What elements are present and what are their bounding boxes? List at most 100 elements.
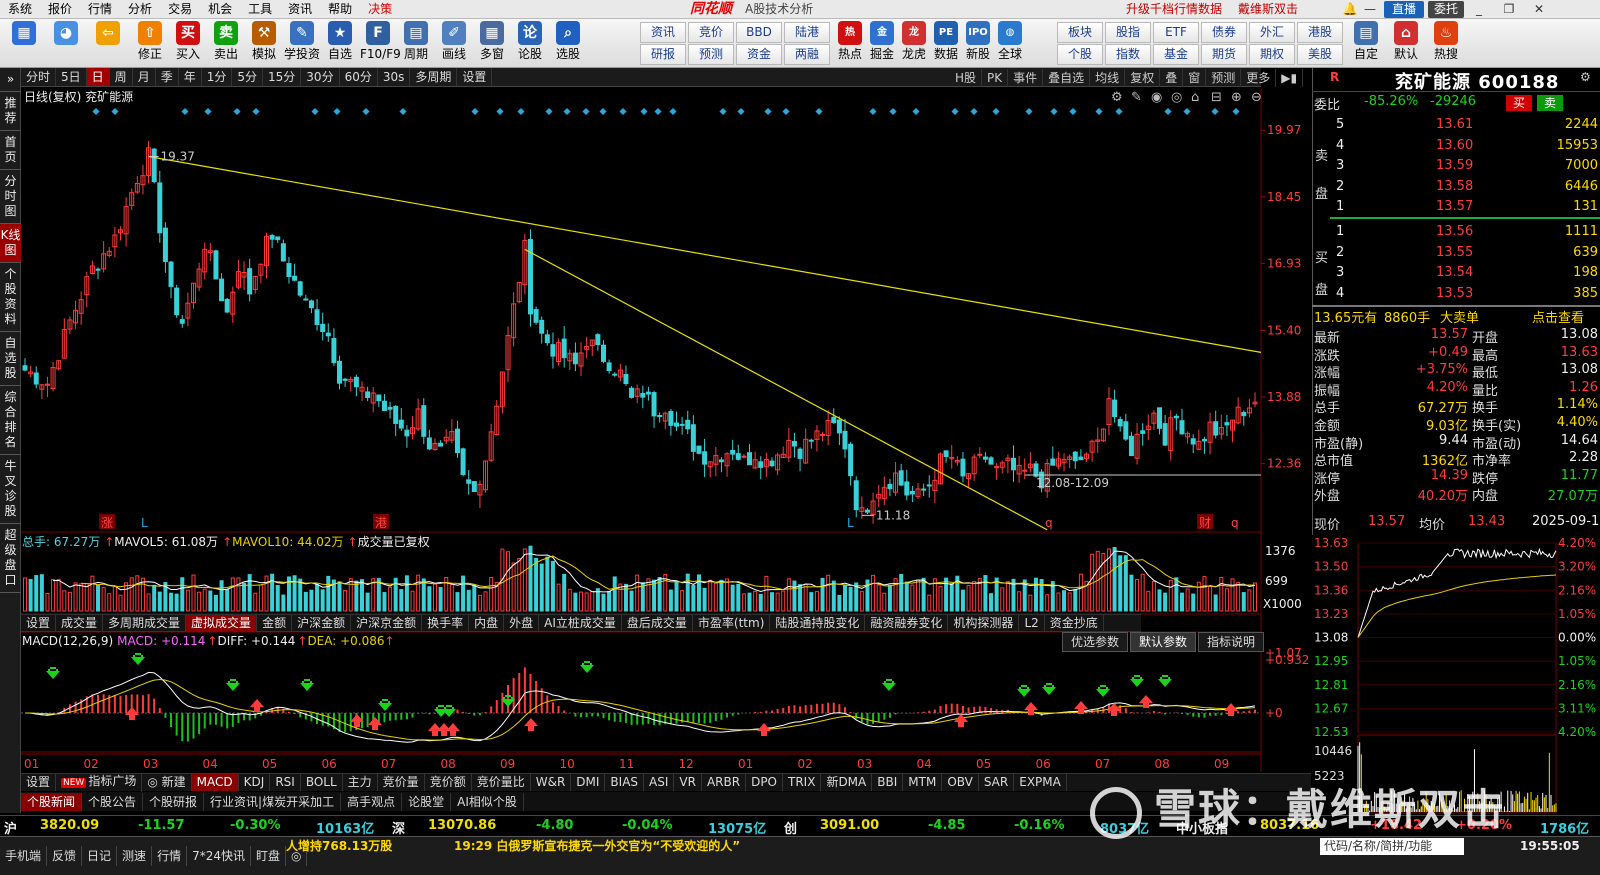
window-restore-icon[interactable]: ❐ — [1494, 0, 1524, 19]
bottom-tab-指标广场[interactable]: NEW 指标广场 — [56, 773, 143, 792]
indicator-tab-金额[interactable]: 金额 — [257, 614, 293, 632]
left-tab-推荐[interactable]: 推荐 — [0, 92, 21, 131]
news-tab-高手观点[interactable]: 高手观点 — [341, 792, 403, 811]
tool-复权[interactable]: 复权 — [1125, 68, 1161, 87]
event-tag[interactable]: q — [1231, 516, 1239, 530]
big-order-link[interactable]: 点击查看 — [1532, 307, 1584, 326]
bottom-tab-竞价额[interactable]: 竞价额 — [425, 774, 472, 791]
f10-tool-button[interactable]: F F10/F9 — [360, 21, 401, 66]
status-手机端[interactable]: 手机端 — [0, 846, 48, 866]
left-tab-自选股[interactable]: 自选股 — [0, 332, 21, 386]
settings-icon[interactable]: ⚙ — [1580, 70, 1591, 84]
home-tool-button[interactable]: ⌂ 默认 — [1388, 21, 1424, 66]
quick-指数[interactable]: 指数 — [1105, 44, 1151, 65]
quick-etf[interactable]: ETF — [1153, 22, 1199, 43]
tool-窗[interactable]: 窗 — [1183, 68, 1207, 87]
intraday-mini-chart[interactable]: 13.63 4.20% 13.50 3.20% 13.36 2.16% 13.23 1.05%… — [1312, 535, 1600, 815]
gold-tool-button[interactable]: 金掘金 — [864, 21, 900, 66]
macd-btn-指标说明[interactable]: 指标说明 — [1198, 632, 1265, 652]
event-tag[interactable]: 财 — [1199, 516, 1211, 530]
news-scroll-2[interactable]: 19:29 白俄罗斯宣布捷克一外交官为“不受欢迎的人” — [454, 836, 740, 856]
home-icon[interactable]: ⌂ — [1191, 90, 1199, 105]
promo-link-upgrade[interactable]: 升级千档行情数据 — [1126, 0, 1222, 19]
quick-股指[interactable]: 股指 — [1105, 22, 1151, 43]
quick-美股[interactable]: 美股 — [1297, 44, 1343, 65]
event-tag[interactable]: q — [1045, 516, 1053, 530]
zoom-in-icon[interactable]: ⊕ — [1231, 90, 1242, 105]
expand-icon[interactable]: ▶▮ — [1276, 68, 1304, 87]
target-icon[interactable]: ◎ — [1171, 90, 1182, 105]
news-tab-行业资讯-煤炭开采加工[interactable]: 行业资讯|煤炭开采加工 — [204, 792, 342, 811]
quick-陆港[interactable]: 陆港 — [784, 22, 830, 43]
status-日记[interactable]: 日记 — [82, 846, 118, 866]
dragon-tool-button[interactable]: 龙龙虎 — [896, 21, 932, 66]
news-tab-论股堂[interactable]: 论股堂 — [402, 792, 452, 811]
lock-icon[interactable]: ⊟ — [1211, 90, 1222, 105]
tool-事件[interactable]: 事件 — [1008, 68, 1044, 87]
left-tab-k线图[interactable]: K线图 — [0, 224, 21, 263]
bottom-tab-trix[interactable]: TRIX — [783, 774, 822, 791]
quick-预测[interactable]: 预测 — [688, 44, 734, 65]
indicator-tab-沪深金额[interactable]: 沪深金额 — [292, 614, 352, 632]
period-年[interactable]: 年 — [179, 68, 202, 86]
bottom-tab-vr[interactable]: VR — [674, 774, 702, 791]
bottom-tab-boll[interactable]: BOLL — [301, 774, 343, 791]
promo-link-davis[interactable]: 戴维斯双击 — [1238, 0, 1298, 19]
status-盯盘[interactable]: 盯盘 — [251, 846, 286, 866]
bottom-tab-设置[interactable]: 设置 — [21, 774, 57, 791]
bottom-tab-dpo[interactable]: DPO — [746, 774, 783, 791]
tool-叠[interactable]: 叠 — [1160, 68, 1184, 87]
macd-btn-默认参数[interactable]: 默认参数 — [1130, 632, 1197, 652]
kline-chart[interactable]: 19.97 18.45 16.93 15.40 13.88 12.36 ⚙ ✎ ◉ ◎ ⌂ ⊟ ⊕ ⊖ 19… — [21, 87, 1311, 772]
left-tab-超级盘口[interactable]: 超级盘口 — [0, 524, 21, 593]
period-5分[interactable]: 5分 — [232, 68, 264, 86]
quick-债券[interactable]: 债券 — [1201, 22, 1247, 43]
period-周[interactable]: 周 — [110, 68, 133, 86]
globe-tool-button[interactable]: ◍ 全球 — [992, 21, 1028, 66]
indicator-tab-成交量[interactable]: 成交量 — [56, 614, 104, 632]
bottom-tab-obv[interactable]: OBV — [942, 774, 979, 791]
bottom-tab-expma[interactable]: EXPMA — [1014, 774, 1067, 791]
status-行情[interactable]: 行情 — [152, 846, 188, 866]
quick-期权[interactable]: 期权 — [1249, 44, 1295, 65]
period-分时[interactable]: 分时 — [21, 68, 57, 86]
bottom-tab-asi[interactable]: ASI — [644, 774, 675, 791]
bottom-tab-sar[interactable]: SAR — [979, 774, 1015, 791]
menu-资讯[interactable]: 资讯 — [280, 0, 320, 18]
event-tag[interactable]: L — [847, 516, 854, 530]
tool-更多[interactable]: 更多 — [1241, 68, 1277, 87]
period-30s[interactable]: 30s — [378, 68, 411, 86]
quick-基金[interactable]: 基金 — [1153, 44, 1199, 65]
tool-叠自选[interactable]: 叠自选 — [1043, 68, 1091, 87]
minimize-icon[interactable]: — — [1360, 0, 1380, 19]
indicator-tab-多周期成交量[interactable]: 多周期成交量 — [103, 614, 187, 632]
left-tab-首页[interactable]: 首页 — [0, 131, 21, 170]
star-tool-button[interactable]: ★ 自选 — [322, 21, 358, 66]
menu-决策[interactable]: 决策 — [360, 0, 400, 18]
period-1分[interactable]: 1分 — [202, 68, 233, 86]
eye-icon[interactable]: ◉ — [1151, 90, 1162, 105]
news-tab-个股新闻[interactable]: 个股新闻 — [21, 792, 83, 811]
period-日[interactable]: 日 — [86, 68, 110, 86]
indicator-tab-融资融券变化[interactable]: 融资融券变化 — [865, 614, 949, 632]
quick-资金[interactable]: 资金 — [736, 44, 782, 65]
macd-btn-优选参数[interactable]: 优选参数 — [1062, 632, 1129, 652]
period-5日[interactable]: 5日 — [56, 68, 87, 86]
live-button[interactable]: 直播 — [1384, 1, 1425, 18]
quick-个股[interactable]: 个股 — [1057, 44, 1103, 65]
period-多周期[interactable]: 多周期 — [410, 68, 458, 86]
quick-外汇[interactable]: 外汇 — [1249, 22, 1295, 43]
quick-港股[interactable]: 港股 — [1297, 22, 1343, 43]
period-季[interactable]: 季 — [156, 68, 179, 86]
indicator-tab-机构探测器[interactable]: 机构探测器 — [948, 614, 1020, 632]
tool-pk[interactable]: PK — [982, 68, 1009, 87]
back-tool-button[interactable]: ⇦ — [90, 21, 126, 66]
sell-button[interactable]: 卖 — [1537, 95, 1563, 111]
event-tag[interactable]: 港 — [375, 516, 387, 530]
period-月[interactable]: 月 — [133, 68, 156, 86]
window-close-icon[interactable]: ✕ — [1524, 0, 1554, 19]
status-7-24快讯[interactable]: 7*24快讯 — [187, 846, 251, 866]
news-tab-个股研报[interactable]: 个股研报 — [143, 792, 205, 811]
gear-icon[interactable]: ⚙ — [1111, 90, 1123, 105]
robot-tool-button[interactable]: ◕ — [48, 21, 84, 66]
